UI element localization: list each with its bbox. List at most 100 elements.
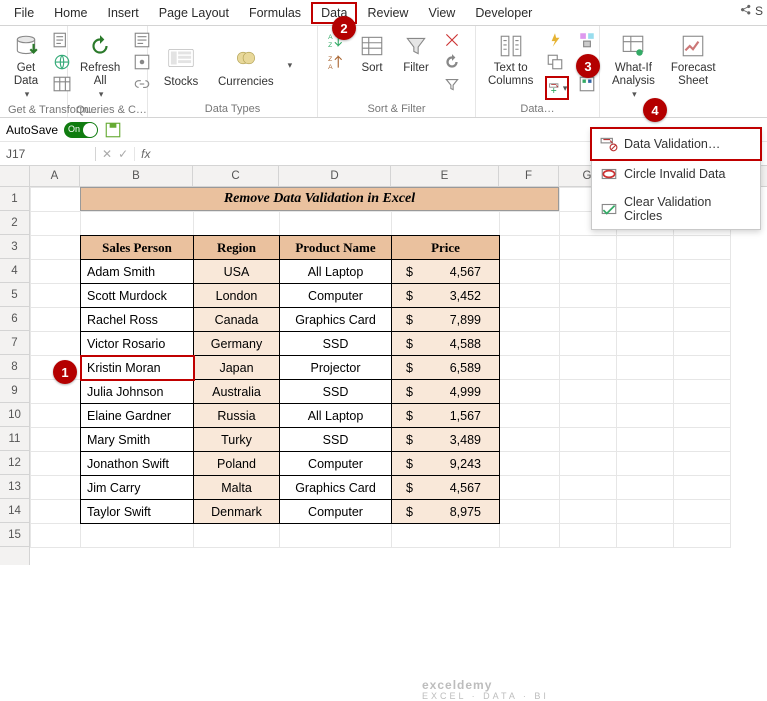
- cell-product[interactable]: Computer: [280, 500, 392, 524]
- menu-view[interactable]: View: [418, 2, 465, 24]
- menu-formulas[interactable]: Formulas: [239, 2, 311, 24]
- cell-price[interactable]: $4,999: [392, 380, 500, 404]
- cell-person[interactable]: Taylor Swift: [81, 500, 194, 524]
- cell-region[interactable]: Poland: [194, 452, 280, 476]
- menu-developer[interactable]: Developer: [465, 2, 542, 24]
- row-header[interactable]: 11: [0, 427, 29, 451]
- menu-insert[interactable]: Insert: [98, 2, 149, 24]
- cell-region[interactable]: London: [194, 284, 280, 308]
- row-header[interactable]: 12: [0, 451, 29, 475]
- row-header[interactable]: 15: [0, 523, 29, 547]
- stocks-button[interactable]: Stocks: [156, 40, 206, 91]
- cell-product[interactable]: Graphics Card: [280, 476, 392, 500]
- menu-clear-circles[interactable]: Clear Validation Circles: [592, 189, 760, 229]
- cell-product[interactable]: Graphics Card: [280, 308, 392, 332]
- cell-region[interactable]: Turky: [194, 428, 280, 452]
- row-header[interactable]: 10: [0, 403, 29, 427]
- cell-price[interactable]: $1,567: [392, 404, 500, 428]
- filter-button[interactable]: Filter: [398, 30, 434, 77]
- cell-product[interactable]: SSD: [280, 380, 392, 404]
- cell-person[interactable]: Scott Murdock: [81, 284, 194, 308]
- data-types-more[interactable]: ▾: [288, 60, 293, 71]
- cell-region[interactable]: Germany: [194, 332, 280, 356]
- cell-product[interactable]: SSD: [280, 332, 392, 356]
- row-header[interactable]: 8: [0, 355, 29, 379]
- reapply-icon[interactable]: [442, 52, 462, 72]
- cell-price[interactable]: $7,899: [392, 308, 500, 332]
- cell-product[interactable]: SSD: [280, 428, 392, 452]
- col-header[interactable]: F: [499, 166, 559, 186]
- get-data-button[interactable]: Get Data▾: [8, 30, 44, 102]
- forecast-sheet-button[interactable]: Forecast Sheet: [667, 30, 720, 89]
- menu-review[interactable]: Review: [357, 2, 418, 24]
- cell-region[interactable]: Russia: [194, 404, 280, 428]
- header-product[interactable]: Product Name: [280, 236, 392, 260]
- cell-region[interactable]: USA: [194, 260, 280, 284]
- menu-page-layout[interactable]: Page Layout: [149, 2, 239, 24]
- header-person[interactable]: Sales Person: [81, 236, 194, 260]
- col-header[interactable]: E: [391, 166, 499, 186]
- cell-price[interactable]: $8,975: [392, 500, 500, 524]
- cell-price[interactable]: $4,567: [392, 476, 500, 500]
- sheet-title[interactable]: Remove Data Validation in Excel: [80, 187, 559, 211]
- save-icon[interactable]: [104, 121, 122, 139]
- row-header[interactable]: 9: [0, 379, 29, 403]
- row-header[interactable]: 3: [0, 235, 29, 259]
- clear-filter-icon[interactable]: [442, 30, 462, 50]
- menu-data-validation[interactable]: Data Validation…: [590, 127, 762, 161]
- cell-region[interactable]: Malta: [194, 476, 280, 500]
- cell-price[interactable]: $9,243: [392, 452, 500, 476]
- fx-label[interactable]: fx: [135, 147, 150, 161]
- menu-home[interactable]: Home: [44, 2, 97, 24]
- cell-product[interactable]: Computer: [280, 284, 392, 308]
- header-region[interactable]: Region: [194, 236, 280, 260]
- row-header[interactable]: 2: [0, 211, 29, 235]
- share-button[interactable]: S: [739, 4, 763, 18]
- cell-person[interactable]: Julia Johnson: [81, 380, 194, 404]
- flash-fill-icon[interactable]: [545, 30, 565, 50]
- cell-price[interactable]: $4,567: [392, 260, 500, 284]
- row-header[interactable]: 5: [0, 283, 29, 307]
- cell-person[interactable]: Victor Rosario: [81, 332, 194, 356]
- cell-product[interactable]: All Laptop: [280, 404, 392, 428]
- name-box[interactable]: J17: [0, 147, 96, 161]
- text-to-columns-button[interactable]: Text to Columns: [484, 30, 537, 89]
- cell-person-highlighted[interactable]: Kristin Moran: [81, 356, 194, 380]
- row-header[interactable]: 1: [0, 187, 29, 211]
- row-header[interactable]: 6: [0, 307, 29, 331]
- enter-icon[interactable]: ✓: [118, 147, 128, 161]
- menu-circle-invalid[interactable]: Circle Invalid Data: [592, 159, 760, 189]
- cell-person[interactable]: Elaine Gardner: [81, 404, 194, 428]
- row-header[interactable]: 14: [0, 499, 29, 523]
- col-header[interactable]: C: [193, 166, 279, 186]
- currencies-button[interactable]: Currencies: [214, 40, 278, 91]
- remove-duplicates-icon[interactable]: [545, 52, 565, 72]
- cell-region[interactable]: Denmark: [194, 500, 280, 524]
- cell-product[interactable]: Computer: [280, 452, 392, 476]
- cell-person[interactable]: Jim Carry: [81, 476, 194, 500]
- cell-person[interactable]: Mary Smith: [81, 428, 194, 452]
- col-header[interactable]: A: [30, 166, 80, 186]
- cell-person[interactable]: Jonathon Swift: [81, 452, 194, 476]
- data-validation-button[interactable]: ▾: [547, 78, 567, 98]
- cell-person[interactable]: Adam Smith: [81, 260, 194, 284]
- what-if-button[interactable]: What-If Analysis▾: [608, 30, 659, 102]
- row-header[interactable]: 13: [0, 475, 29, 499]
- cancel-icon[interactable]: ✕: [102, 147, 112, 161]
- col-header[interactable]: D: [279, 166, 391, 186]
- cell-person[interactable]: Rachel Ross: [81, 308, 194, 332]
- cell-product[interactable]: All Laptop: [280, 260, 392, 284]
- row-header[interactable]: 7: [0, 331, 29, 355]
- cell-price[interactable]: $3,489: [392, 428, 500, 452]
- cell-price[interactable]: $6,589: [392, 356, 500, 380]
- refresh-all-button[interactable]: Refresh All▾: [76, 30, 124, 102]
- select-all[interactable]: [0, 166, 29, 187]
- cell-product[interactable]: Projector: [280, 356, 392, 380]
- advanced-icon[interactable]: [442, 74, 462, 94]
- col-header[interactable]: B: [80, 166, 193, 186]
- header-price[interactable]: Price: [392, 236, 500, 260]
- sort-za-icon[interactable]: ZA: [326, 52, 346, 72]
- sort-button[interactable]: Sort: [354, 30, 390, 77]
- cell-price[interactable]: $3,452: [392, 284, 500, 308]
- autosave-toggle[interactable]: On: [64, 122, 98, 138]
